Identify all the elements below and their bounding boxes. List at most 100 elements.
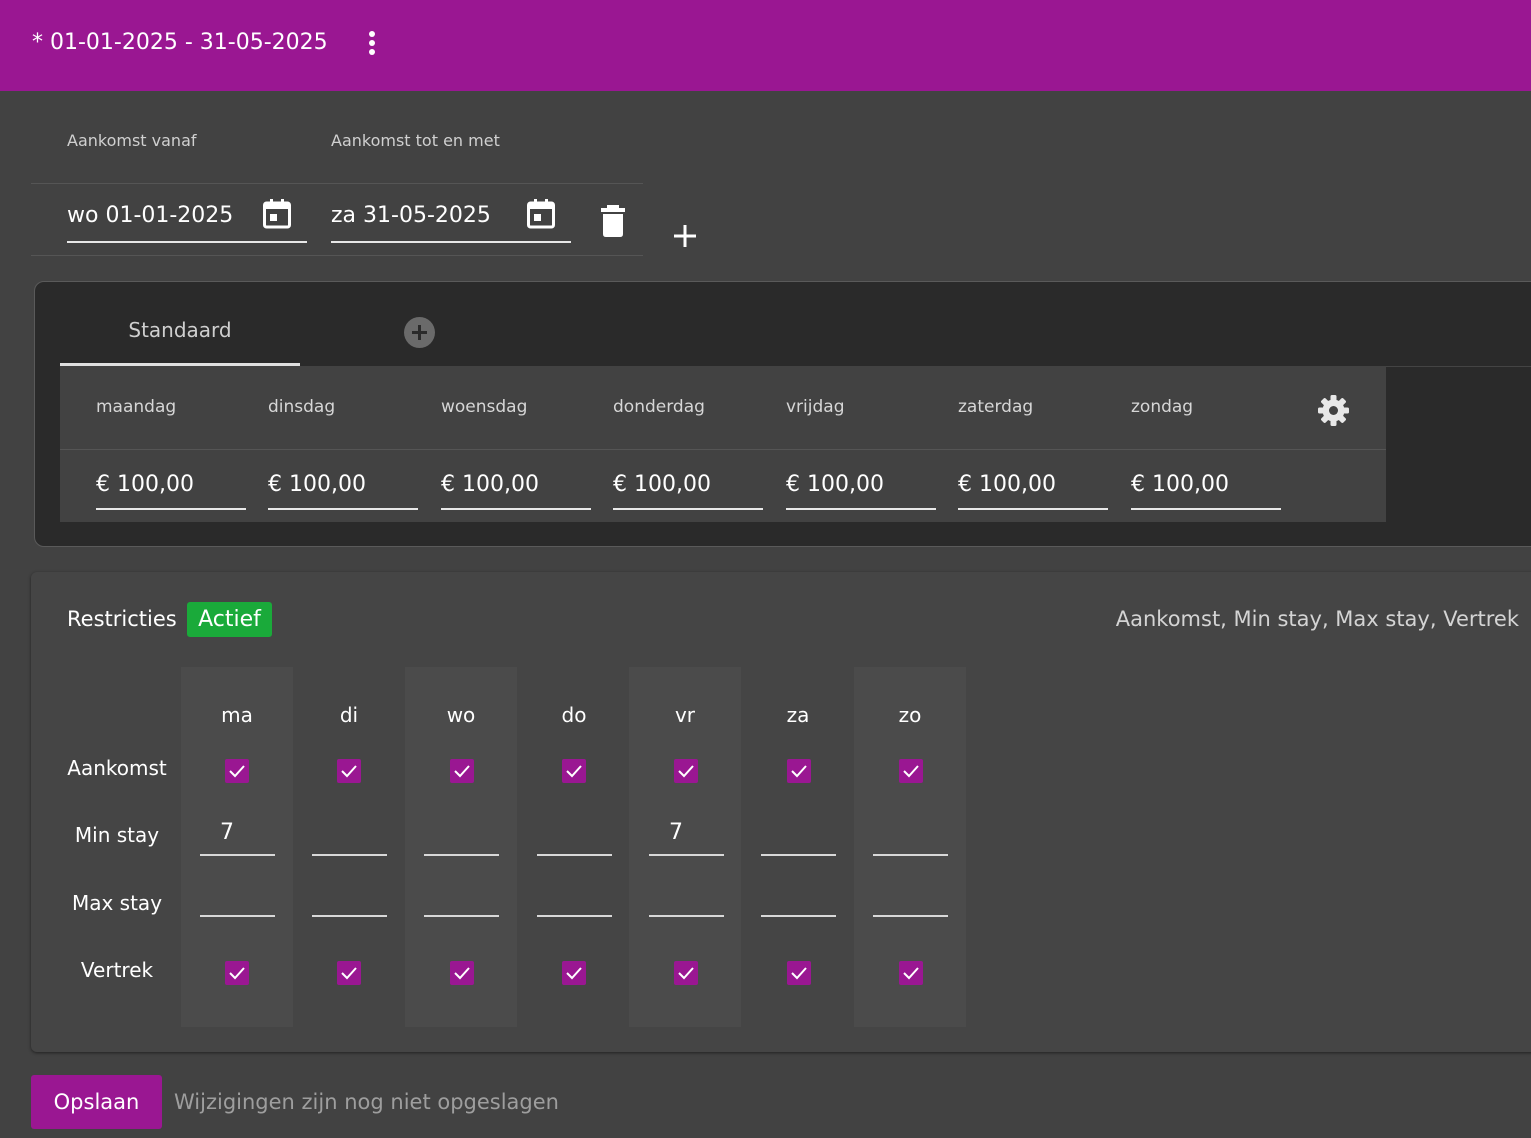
calendar-icon[interactable] (527, 199, 555, 229)
top-bar: * 01-01-2025 - 31-05-2025 (0, 0, 1531, 91)
check-icon (678, 765, 694, 778)
restrictions-summary: Aankomst, Min stay, Max stay, Vertrek (1115, 607, 1519, 631)
more-vertical-icon[interactable] (366, 31, 378, 59)
departure-checkbox-vr[interactable] (674, 961, 698, 985)
trash-icon[interactable] (600, 205, 626, 237)
check-icon (903, 765, 919, 778)
day-label-tuesday: dinsdag (268, 397, 336, 417)
day-label-monday: maandag (96, 397, 177, 417)
rate-input-saturday[interactable]: € 100,00 (958, 467, 1108, 510)
arrival-checkbox-wo[interactable] (450, 759, 474, 783)
check-icon (678, 967, 694, 980)
min-stay-input-di[interactable] (312, 816, 387, 856)
check-icon (229, 967, 245, 980)
max-stay-input-do[interactable] (537, 877, 612, 917)
min-stay-input-wo[interactable] (424, 816, 499, 856)
unsaved-changes-text: Wijzigingen zijn nog niet opgeslagen (174, 1090, 559, 1114)
check-icon (791, 765, 807, 778)
departure-checkbox-do[interactable] (562, 961, 586, 985)
min-stay-value: 7 (669, 820, 683, 845)
max-stay-input-ma[interactable] (200, 877, 275, 917)
row-label-min-stay: Min stay (74, 823, 160, 847)
day-label-sunday: zondag (1131, 397, 1194, 417)
day-header: do (561, 703, 587, 727)
arrival-from-value: wo 01-01-2025 (67, 203, 234, 228)
day-header: vr (674, 703, 696, 727)
departure-checkbox-di[interactable] (337, 961, 361, 985)
check-icon (566, 765, 582, 778)
min-stay-input-zo[interactable] (873, 816, 948, 856)
check-icon (903, 967, 919, 980)
tab-label: Standaard (128, 318, 232, 342)
day-label-wednesday: woensdag (441, 397, 528, 417)
rate-input-thursday[interactable]: € 100,00 (613, 467, 763, 510)
rate-input-wednesday[interactable]: € 100,00 (441, 467, 591, 510)
rate-value: € 100,00 (268, 472, 366, 497)
save-button[interactable]: Opslaan (31, 1075, 162, 1129)
day-label-thursday: donderdag (613, 397, 705, 417)
day-header: zo (898, 703, 922, 727)
min-stay-value: 7 (220, 820, 234, 845)
min-stay-input-za[interactable] (761, 816, 836, 856)
arrival-checkbox-do[interactable] (562, 759, 586, 783)
arrival-from-field[interactable]: wo 01-01-2025 (67, 199, 307, 243)
add-tab-icon[interactable] (404, 317, 435, 348)
arrival-checkbox-vr[interactable] (674, 759, 698, 783)
rate-table: maandag dinsdag woensdag donderdag vrijd… (60, 366, 1386, 522)
max-stay-input-vr[interactable] (649, 877, 724, 917)
departure-checkbox-zo[interactable] (899, 961, 923, 985)
max-stay-input-za[interactable] (761, 877, 836, 917)
tab-standaard[interactable]: Standaard (60, 282, 300, 366)
day-label-saturday: zaterdag (958, 397, 1034, 417)
check-icon (454, 967, 470, 980)
rate-value: € 100,00 (613, 472, 711, 497)
rate-value: € 100,00 (1131, 472, 1229, 497)
arrival-to-value: za 31-05-2025 (331, 203, 491, 228)
arrival-checkbox-ma[interactable] (225, 759, 249, 783)
arrival-checkbox-di[interactable] (337, 759, 361, 783)
calendar-icon[interactable] (263, 199, 291, 229)
restrictions-card: Restricties Actief Aankomst, Min stay, M… (31, 572, 1531, 1052)
row-label-arrival: Aankomst (67, 756, 167, 780)
arrival-checkbox-za[interactable] (787, 759, 811, 783)
departure-checkbox-wo[interactable] (450, 961, 474, 985)
check-icon (454, 765, 470, 778)
row-label-max-stay: Max stay (71, 891, 163, 915)
min-stay-input-ma[interactable]: 7 (200, 816, 275, 856)
check-icon (229, 765, 245, 778)
gear-icon[interactable] (1317, 394, 1350, 427)
min-stay-input-do[interactable] (537, 816, 612, 856)
departure-checkbox-ma[interactable] (225, 961, 249, 985)
day-header: ma (221, 703, 253, 727)
rate-table-header: maandag dinsdag woensdag donderdag vrijd… (60, 366, 1386, 450)
check-icon (341, 765, 357, 778)
check-icon (341, 967, 357, 980)
rate-input-tuesday[interactable]: € 100,00 (268, 467, 418, 510)
departure-checkbox-za[interactable] (787, 961, 811, 985)
period-title: * 01-01-2025 - 31-05-2025 (32, 30, 328, 55)
max-stay-input-di[interactable] (312, 877, 387, 917)
day-header: wo (446, 703, 476, 727)
rate-value: € 100,00 (441, 472, 539, 497)
rate-value: € 100,00 (958, 472, 1056, 497)
day-label-friday: vrijdag (786, 397, 845, 417)
restrictions-title: Restricties (67, 607, 177, 631)
add-period-icon[interactable] (673, 224, 697, 248)
max-stay-input-zo[interactable] (873, 877, 948, 917)
rate-input-monday[interactable]: € 100,00 (96, 467, 246, 510)
max-stay-input-wo[interactable] (424, 877, 499, 917)
row-label-departure: Vertrek (80, 958, 154, 982)
rate-value: € 100,00 (786, 472, 884, 497)
status-badge: Actief (187, 602, 272, 637)
rate-input-friday[interactable]: € 100,00 (786, 467, 936, 510)
arrival-to-field[interactable]: za 31-05-2025 (331, 199, 571, 243)
rate-value: € 100,00 (96, 472, 194, 497)
arrival-to-label: Aankomst tot en met (331, 131, 500, 150)
rate-input-sunday[interactable]: € 100,00 (1131, 467, 1281, 510)
min-stay-input-vr[interactable]: 7 (649, 816, 724, 856)
arrival-checkbox-zo[interactable] (899, 759, 923, 783)
day-header: di (339, 703, 359, 727)
rates-card: Standaard maandag dinsdag woensdag donde… (34, 281, 1531, 547)
arrival-from-label: Aankomst vanaf (67, 131, 197, 150)
day-header: za (786, 703, 810, 727)
